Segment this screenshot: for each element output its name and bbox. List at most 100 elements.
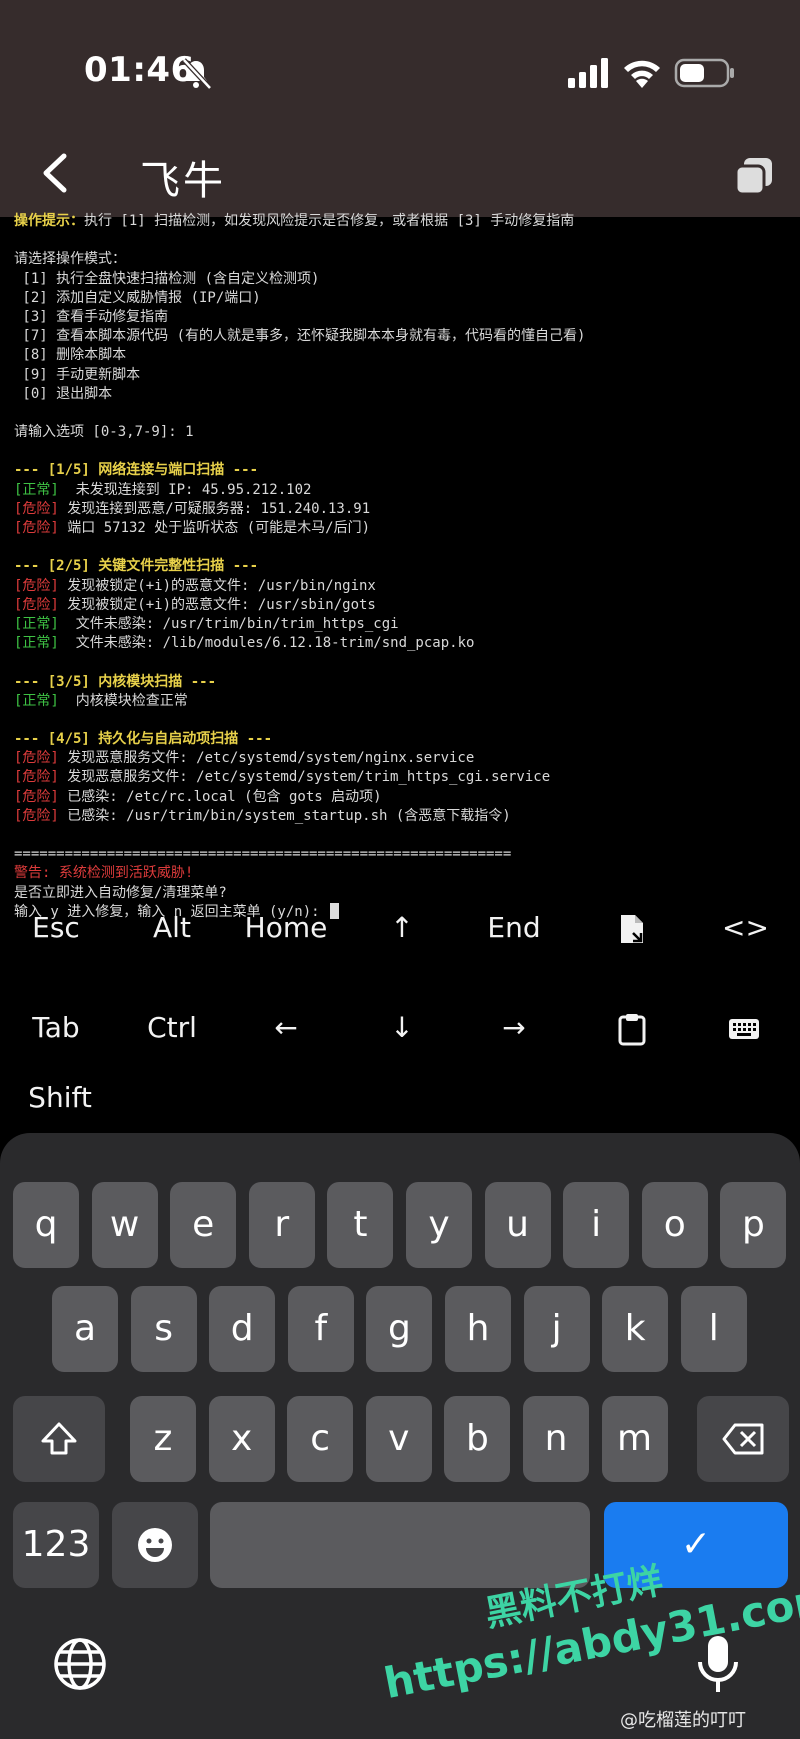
terminal-line: 请选择操作模式： bbox=[14, 250, 794, 269]
terminal-segment: --- [2/5] 关键文件完整性扫描 --- bbox=[14, 558, 259, 575]
tab-key[interactable]: Tab bbox=[24, 1008, 88, 1048]
terminal-segment: 警告: 系统检测到活跃威胁! bbox=[14, 865, 194, 882]
key-d[interactable]: d bbox=[209, 1286, 276, 1372]
angle-brackets-key[interactable]: <> bbox=[722, 908, 769, 948]
key-s[interactable]: s bbox=[130, 1286, 197, 1372]
arrow-right-key[interactable]: → bbox=[492, 1008, 536, 1048]
terminal-line: [危险] 端口 57132 处于监听状态 (可能是木马/后门) bbox=[14, 519, 794, 538]
terminal-line: [2] 添加自定义威胁情报 (IP/端口) bbox=[14, 289, 794, 308]
end-key[interactable]: End bbox=[482, 908, 546, 948]
terminal-line: --- [1/5] 网络连接与端口扫描 --- bbox=[14, 461, 794, 480]
key-b[interactable]: b bbox=[444, 1396, 511, 1482]
backspace-icon bbox=[722, 1423, 764, 1455]
terminal-line: [7] 查看本脚本源代码 (有的人就是事多，还怀疑我脚本本身就有毒，代码看的懂自… bbox=[14, 327, 794, 346]
esc-key[interactable]: Esc bbox=[24, 908, 88, 948]
author-credit: @吃榴莲的叮叮 bbox=[620, 1710, 746, 1731]
terminal-line: [危险] 发现恶意服务文件: /etc/systemd/system/trim_… bbox=[14, 768, 794, 787]
terminal-segment: 是否立即进入自动修复/清理菜单? bbox=[14, 884, 227, 901]
key-g[interactable]: g bbox=[366, 1286, 433, 1372]
key-x[interactable]: x bbox=[208, 1396, 275, 1482]
key-i[interactable]: i bbox=[563, 1182, 630, 1268]
key-o[interactable]: o bbox=[641, 1182, 708, 1268]
key-u[interactable]: u bbox=[484, 1182, 551, 1268]
terminal-segment: 未发现连接到 IP: 45.95.212.102 bbox=[58, 481, 312, 498]
terminal-line: [危险] 已感染: /etc/rc.local (包含 gots 启动项) bbox=[14, 788, 794, 807]
arrow-up-key[interactable]: ↑ bbox=[380, 908, 424, 948]
terminal-segment: [正常] bbox=[14, 692, 59, 709]
arrow-down-key[interactable]: ↓ bbox=[380, 1008, 424, 1048]
key-k[interactable]: k bbox=[602, 1286, 669, 1372]
file-icon[interactable] bbox=[610, 908, 654, 948]
keyboard-icon[interactable] bbox=[722, 1008, 766, 1048]
terminal-line: [危险] 发现被锁定(+i)的恶意文件: /usr/sbin/gots bbox=[14, 596, 794, 615]
terminal-line: [危险] 发现恶意服务文件: /etc/systemd/system/nginx… bbox=[14, 749, 794, 768]
terminal-segment: [危险] bbox=[14, 500, 59, 517]
terminal-line: [正常] 内核模块检查正常 bbox=[14, 692, 794, 711]
terminal-segment: 操作提示： bbox=[14, 213, 84, 229]
wifi-icon bbox=[624, 60, 660, 88]
terminal-segment: [正常] bbox=[14, 481, 59, 498]
terminal-segment: 已感染: /usr/trim/bin/system_startup.sh (含恶… bbox=[58, 807, 511, 824]
terminal-line: [正常] 未发现连接到 IP: 45.95.212.102 bbox=[14, 481, 794, 500]
ctrl-key[interactable]: Ctrl bbox=[140, 1008, 204, 1048]
terminal-segment: 执行 [1] 扫描检测，如发现风险提示是否修复，或者根据 [3] 手动修复指南 bbox=[84, 213, 575, 229]
terminal-segment: [0] 退出脚本 bbox=[14, 385, 113, 402]
globe-icon[interactable] bbox=[52, 1636, 108, 1692]
terminal-segment: [8] 删除本脚本 bbox=[14, 347, 127, 364]
key-m[interactable]: m bbox=[601, 1396, 668, 1482]
key-e[interactable]: e bbox=[170, 1182, 237, 1268]
key-z[interactable]: z bbox=[130, 1396, 196, 1482]
terminal-segment: [危险] bbox=[14, 520, 59, 536]
terminal-segment: [正常] bbox=[14, 615, 59, 632]
key-t[interactable]: t bbox=[327, 1182, 394, 1268]
terminal-line: --- [2/5] 关键文件完整性扫描 --- bbox=[14, 557, 794, 576]
terminal-segment: 内核模块检查正常 bbox=[58, 692, 188, 709]
terminal-segment: 发现连接到恶意/可疑服务器: 151.240.13.91 bbox=[58, 500, 371, 517]
battery-icon bbox=[674, 58, 734, 88]
terminal-line: [9] 手动更新脚本 bbox=[14, 366, 794, 385]
key-c[interactable]: c bbox=[287, 1396, 354, 1482]
terminal-output[interactable]: 操作提示：执行 [1] 扫描检测，如发现风险提示是否修复，或者根据 [3] 手动… bbox=[14, 212, 794, 924]
terminal-line: 警告: 系统检测到活跃威胁! bbox=[14, 864, 794, 883]
terminal-segment: 文件未感染: /lib/modules/6.12.18-trim/snd_pca… bbox=[58, 635, 475, 652]
key-f[interactable]: f bbox=[287, 1286, 354, 1372]
shift-key[interactable]: Shift bbox=[22, 1078, 98, 1118]
terminal-segment: 发现恶意服务文件: /etc/systemd/system/trim_https… bbox=[58, 769, 551, 786]
backspace-key[interactable] bbox=[697, 1396, 789, 1482]
terminal-segment: [危险] bbox=[14, 750, 59, 767]
back-chevron-icon[interactable] bbox=[36, 150, 72, 196]
key-r[interactable]: r bbox=[248, 1182, 315, 1268]
alt-key[interactable]: Alt bbox=[140, 908, 204, 948]
terminal-line: 操作提示：执行 [1] 扫描检测，如发现风险提示是否修复，或者根据 [3] 手动… bbox=[14, 212, 794, 231]
terminal-line: 是否立即进入自动修复/清理菜单? bbox=[14, 884, 794, 903]
key-a[interactable]: a bbox=[52, 1286, 118, 1372]
key-j[interactable]: j bbox=[523, 1286, 590, 1372]
key-p[interactable]: p bbox=[720, 1182, 787, 1268]
terminal-line: [0] 退出脚本 bbox=[14, 385, 794, 404]
terminal-segment: [危险] bbox=[14, 807, 59, 824]
terminal-segment: [3] 查看手动修复指南 bbox=[14, 308, 169, 325]
arrow-left-key[interactable]: ← bbox=[264, 1008, 308, 1048]
terminal-line: [危险] 发现被锁定(+i)的恶意文件: /usr/bin/nginx bbox=[14, 577, 794, 596]
home-key[interactable]: Home bbox=[238, 908, 334, 948]
key-l[interactable]: l bbox=[680, 1286, 747, 1372]
key-h[interactable]: h bbox=[445, 1286, 511, 1372]
terminal-line: [危险] 发现连接到恶意/可疑服务器: 151.240.13.91 bbox=[14, 500, 794, 519]
key-v[interactable]: v bbox=[365, 1396, 432, 1482]
clipboard-icon[interactable] bbox=[610, 1008, 654, 1048]
page-title: 飞牛 bbox=[140, 158, 226, 204]
terminal-segment: [9] 手动更新脚本 bbox=[14, 366, 141, 383]
numbers-key[interactable]: 123 bbox=[13, 1502, 99, 1588]
key-y[interactable]: y bbox=[406, 1182, 472, 1268]
copy-windows-icon[interactable] bbox=[732, 154, 776, 198]
emoji-key[interactable] bbox=[112, 1502, 198, 1588]
terminal-segment: 发现被锁定(+i)的恶意文件: /usr/bin/nginx bbox=[58, 577, 376, 594]
key-w[interactable]: w bbox=[91, 1182, 158, 1268]
key-n[interactable]: n bbox=[523, 1396, 589, 1482]
shift-key-keyboard[interactable] bbox=[13, 1396, 105, 1482]
key-q[interactable]: q bbox=[13, 1182, 79, 1268]
